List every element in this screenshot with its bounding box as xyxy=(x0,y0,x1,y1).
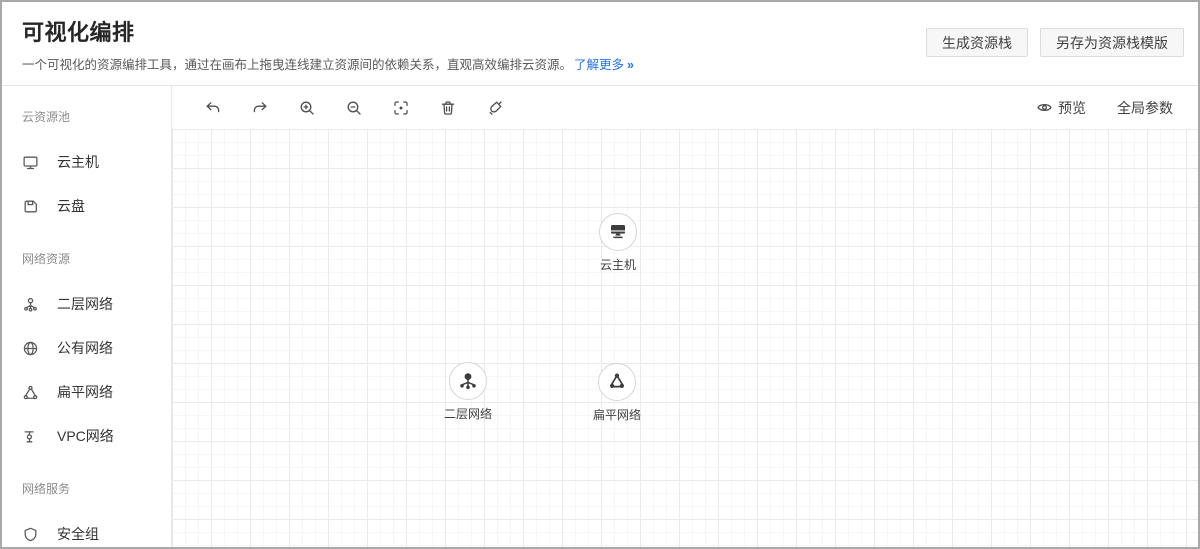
page-subtitle-text: 一个可视化的资源编排工具，通过在画布上拖曳连线建立资源间的依赖关系，直观高效编排… xyxy=(22,58,572,72)
sidebar-item-label: 云盘 xyxy=(57,196,85,216)
cloud-disk-icon xyxy=(22,198,39,215)
header-actions: 生成资源栈 另存为资源栈模版 xyxy=(926,28,1184,57)
flat-network-icon xyxy=(22,384,39,401)
learn-more-text: 了解更多 xyxy=(574,58,624,72)
sidebar-section-cloud-pool: 云资源池 云主机 云盘 xyxy=(2,86,171,228)
l2-network-icon xyxy=(22,296,39,313)
sidebar-item-label: 公有网络 xyxy=(57,338,113,358)
node-label: 扁平网络 xyxy=(593,406,641,423)
security-group-icon xyxy=(22,526,39,543)
canvas-toolbar: 预览 全局参数 xyxy=(172,86,1198,129)
section-label: 网络服务 xyxy=(2,480,171,498)
toolbar-right: 预览 全局参数 xyxy=(1037,98,1198,118)
generate-stack-button[interactable]: 生成资源栈 xyxy=(926,28,1028,57)
redo-icon xyxy=(251,99,269,117)
sidebar-section-network-services: 网络服务 安全组 xyxy=(2,458,171,547)
delete-button[interactable] xyxy=(436,96,460,120)
redo-button[interactable] xyxy=(248,96,272,120)
node-l2-network[interactable]: 二层网络 xyxy=(444,362,492,422)
preview-button[interactable]: 预览 xyxy=(1037,98,1086,118)
node-cloud-host[interactable]: 云主机 xyxy=(599,213,637,273)
zoom-in-icon xyxy=(298,99,316,117)
header-text-block: 可视化编排 一个可视化的资源编排工具，通过在画布上拖曳连线建立资源间的依赖关系，… xyxy=(22,15,634,73)
page-header: 可视化编排 一个可视化的资源编排工具，通过在画布上拖曳连线建立资源间的依赖关系，… xyxy=(2,2,1198,86)
sidebar-item-label: 安全组 xyxy=(57,524,99,544)
fit-view-button[interactable] xyxy=(389,96,413,120)
global-params-button[interactable]: 全局参数 xyxy=(1117,98,1173,118)
sidebar-item-label: 云主机 xyxy=(57,152,99,172)
fit-view-icon xyxy=(392,99,410,117)
sidebar-section-network-resources: 网络资源 二层网络 xyxy=(2,228,171,458)
sidebar-item-vpc-network[interactable]: VPC网络 xyxy=(2,414,171,458)
resource-sidebar: 云资源池 云主机 云盘 xyxy=(2,86,172,547)
sidebar-item-cloud-disk[interactable]: 云盘 xyxy=(2,184,171,228)
section-label: 云资源池 xyxy=(2,108,171,126)
eye-icon xyxy=(1037,102,1052,113)
preview-label: 预览 xyxy=(1058,98,1086,118)
canvas-grid[interactable]: 云主机 二层网络 xyxy=(172,129,1198,547)
undo-icon xyxy=(204,99,222,117)
node-label: 二层网络 xyxy=(444,405,492,422)
page-title: 可视化编排 xyxy=(22,15,634,47)
learn-more-link[interactable]: 了解更多» xyxy=(574,58,634,72)
vpc-network-icon xyxy=(22,428,39,445)
node-label: 云主机 xyxy=(600,256,636,273)
sidebar-item-label: VPC网络 xyxy=(57,426,114,446)
zoom-out-icon xyxy=(345,99,363,117)
visual-orchestration-page: 可视化编排 一个可视化的资源编排工具，通过在画布上拖曳连线建立资源间的依赖关系，… xyxy=(0,0,1200,549)
cloud-host-node-icon xyxy=(606,220,630,244)
clear-canvas-icon xyxy=(486,99,504,117)
sidebar-item-cloud-host[interactable]: 云主机 xyxy=(2,140,171,184)
node-circle xyxy=(598,363,636,401)
sidebar-item-security-group[interactable]: 安全组 xyxy=(2,512,171,547)
save-as-stack-template-button[interactable]: 另存为资源栈模版 xyxy=(1040,28,1184,57)
section-label: 网络资源 xyxy=(2,250,171,268)
node-circle xyxy=(449,362,487,400)
undo-button[interactable] xyxy=(201,96,225,120)
sidebar-item-l2-network[interactable]: 二层网络 xyxy=(2,282,171,326)
sidebar-item-flat-network[interactable]: 扁平网络 xyxy=(2,370,171,414)
zoom-out-button[interactable] xyxy=(342,96,366,120)
sidebar-item-public-network[interactable]: 公有网络 xyxy=(2,326,171,370)
sidebar-item-label: 二层网络 xyxy=(57,294,113,314)
node-flat-network[interactable]: 扁平网络 xyxy=(593,363,641,423)
canvas-area: 预览 全局参数 云主机 xyxy=(172,86,1198,547)
public-network-icon xyxy=(22,340,39,357)
l2-network-node-icon xyxy=(456,369,480,393)
trash-icon xyxy=(439,99,457,117)
clear-canvas-button[interactable] xyxy=(483,96,507,120)
cloud-host-icon xyxy=(22,154,39,171)
page-subtitle: 一个可视化的资源编排工具，通过在画布上拖曳连线建立资源间的依赖关系，直观高效编排… xyxy=(22,54,634,73)
double-chevron-icon: » xyxy=(627,58,634,72)
flat-network-node-icon xyxy=(605,370,629,394)
toolbar-tools xyxy=(201,96,507,120)
sidebar-item-label: 扁平网络 xyxy=(57,382,113,402)
node-circle xyxy=(599,213,637,251)
main-area: 云资源池 云主机 云盘 xyxy=(2,86,1198,547)
zoom-in-button[interactable] xyxy=(295,96,319,120)
